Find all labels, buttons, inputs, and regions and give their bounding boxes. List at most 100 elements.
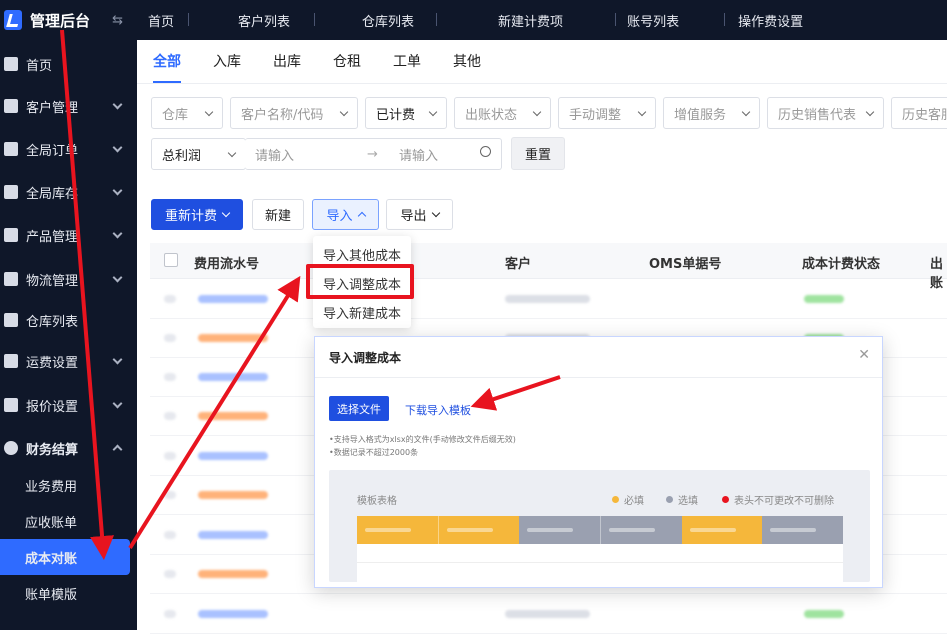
blurred-cell [198,412,268,420]
billed-select[interactable]: 已计费 [365,97,447,129]
limit-note: •数据记录不超过2000条 [329,448,419,457]
topnav-customers[interactable]: 客户列表 [188,11,314,30]
sidebar-item-home[interactable]: 首页 [0,46,137,82]
menu-item-import-new-cost[interactable]: 导入新建成本 [313,298,411,327]
sidebar-subitem-receivables[interactable]: 应收账单 [0,503,137,539]
format-note: •支持导入格式为xlsx的文件(手动修改文件后缀无效) [329,435,516,444]
category-tabs: 全部 入库 出库 仓租 工单 其他 [137,40,947,84]
dollar-icon [4,441,18,455]
cube-icon [4,354,18,368]
collapse-menu-icon[interactable]: ⇆ [112,13,123,28]
top-nav: 首页 客户列表 仓库列表 新建计费项 账号列表 操作费设置 [137,0,947,40]
truck-icon [4,272,18,286]
chevron-down-icon [339,107,349,117]
profit-select[interactable]: 总利润 [151,138,246,170]
sidebar-item-products[interactable]: 产品管理 [0,217,137,253]
blurred-cell [164,610,176,618]
blurred-cell [164,334,176,342]
home-icon [4,57,18,71]
manual-adjust-select[interactable]: 手动调整 [558,97,656,129]
new-button[interactable]: 新建 [252,199,304,230]
sidebar-subitem-cost-reconciliation[interactable]: 成本对账 [0,539,130,575]
value-added-select[interactable]: 增值服务 [663,97,760,129]
sidebar-subitem-bill-templates[interactable]: 账单模版 [0,575,137,611]
brand: 管理后台 ⇆ [0,0,137,40]
sales-rep-select[interactable]: 历史销售代表 [767,97,884,129]
blurred-cell [804,610,844,618]
topnav-warehouses[interactable]: 仓库列表 [314,11,436,30]
sidebar-item-quotes[interactable]: 报价设置 [0,387,137,423]
template-title: 模板表格 [357,496,397,507]
sidebar-item-orders[interactable]: 全局订单 [0,131,137,167]
blurred-cell [198,295,268,303]
select-file-button[interactable]: 选择文件 [329,396,389,421]
topnav-new-fee-item[interactable]: 新建计费项 [436,11,615,30]
sidebar-item-customers[interactable]: 客户管理 [0,88,137,124]
tab-inbound[interactable]: 入库 [213,51,241,83]
annotation-highlight-box [306,264,414,299]
chevron-down-icon [112,99,123,110]
legend-optional: 选填 [666,492,698,507]
tab-all[interactable]: 全部 [153,51,181,83]
box-icon [4,228,18,242]
chevron-down-icon [428,107,438,117]
column-header: OMS单据号 [649,257,722,272]
sidebar-item-freight[interactable]: 运费设置 [0,343,137,379]
dot-icon [722,496,729,503]
range-to-input[interactable]: 请输入 [399,145,438,164]
dialog-title: 导入调整成本 [329,351,402,365]
select-all-checkbox[interactable] [164,253,178,267]
chevron-up-icon [357,211,366,221]
sidebar-subitem-business-fees[interactable]: 业务费用 [0,467,137,503]
topnav-operation-fees[interactable]: 操作费设置 [724,11,803,30]
topnav-accounts[interactable]: 账号列表 [615,11,724,30]
chevron-down-icon [865,107,875,117]
tab-other[interactable]: 其他 [453,51,481,83]
tab-work-order[interactable]: 工单 [393,51,421,83]
bill-status-select[interactable]: 出账状态 [454,97,551,129]
dot-icon [666,496,673,503]
chevron-down-icon [532,107,542,117]
tab-storage[interactable]: 仓租 [333,51,361,83]
customer-select[interactable]: 客户名称/代码 [230,97,358,129]
blurred-cell [164,452,176,460]
download-template-link[interactable]: 下载导入模板 [405,402,471,418]
column-header: 费用流水号 [194,257,260,272]
chevron-down-icon [112,272,123,283]
chevron-down-icon [112,228,123,239]
search-icon[interactable] [480,146,491,157]
import-adjust-cost-dialog: 导入调整成本 ✕ 选择文件 下载导入模板 •支持导入格式为xlsx的文件(手动修… [314,336,883,588]
clipboard-icon [4,142,18,156]
template-preview: 模板表格 必填 选填 表头不可更改不可删除 [329,470,870,582]
blurred-cell [505,295,590,303]
warehouse-select[interactable]: 仓库 [151,97,223,129]
blurred-cell [164,295,176,303]
chevron-down-icon [112,354,123,365]
blurred-cell [198,491,268,499]
blurred-cell [198,373,268,381]
export-button[interactable]: 导出 [386,199,453,230]
tab-outbound[interactable]: 出库 [273,51,301,83]
recalculate-button[interactable]: 重新计费 [151,199,243,230]
sidebar-item-finance[interactable]: 财务结算 [0,430,137,466]
history-customer-service-select[interactable]: 历史客服 [891,97,947,129]
range-from-input[interactable]: 请输入 [255,145,294,164]
sidebar-item-inventory[interactable]: 全局库存 [0,174,137,210]
brand-title: 管理后台 [30,11,91,30]
table-header: 费用流水号 客户 OMS单据号 成本计费状态 出账 [150,243,947,291]
template-body [357,544,843,582]
profit-range-input[interactable]: 请输入 → 请输入 [245,138,502,170]
legend-locked-header: 表头不可更改不可删除 [722,492,834,507]
import-button[interactable]: 导入 [312,199,379,230]
topnav-home[interactable]: 首页 [134,11,188,30]
reset-button[interactable]: 重置 [511,137,565,170]
sidebar-item-warehouses[interactable]: 仓库列表 [0,302,137,338]
table-row[interactable] [150,594,947,634]
chevron-up-icon [112,444,123,455]
house-icon [4,313,18,327]
close-icon[interactable]: ✕ [858,347,870,363]
blurred-cell [198,334,268,342]
table-row[interactable] [150,279,947,319]
sidebar-item-logistics[interactable]: 物流管理 [0,261,137,297]
chevron-down-icon [204,107,214,117]
